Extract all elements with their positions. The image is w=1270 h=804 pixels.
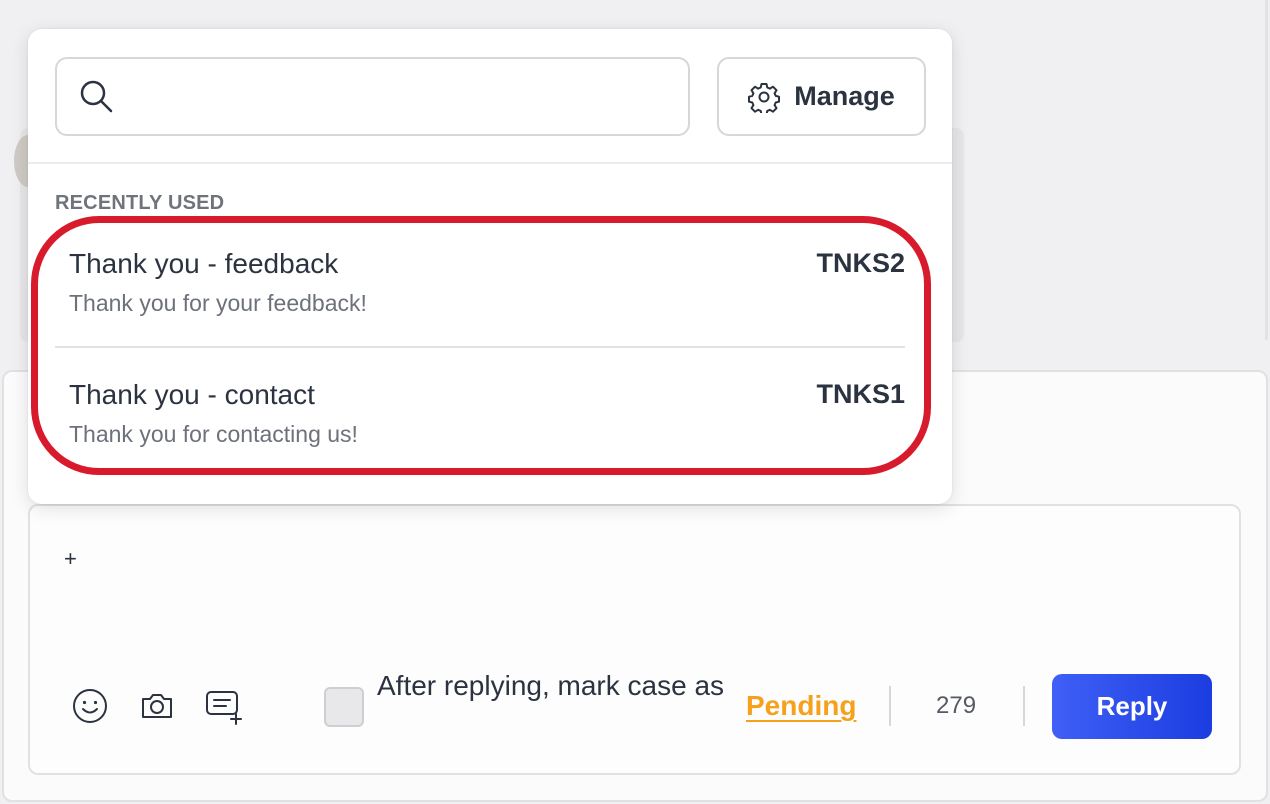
manage-label: Manage [794,81,895,111]
template-title: Thank you - contact [69,379,315,410]
template-title: Thank you - feedback [69,248,339,279]
template-picker-popover: Manage RECENTLY USED Thank you - feedbac… [28,29,952,504]
divider [55,346,905,348]
camera-icon[interactable] [137,686,177,726]
reply-button[interactable]: Reply [1052,674,1212,739]
emoji-icon[interactable] [70,686,110,726]
template-item[interactable]: Thank you - contact Thank you for contac… [55,361,905,479]
template-preview: Thank you for your feedback! [69,290,367,316]
character-count: 279 [936,692,977,719]
search-icon [80,80,113,113]
template-search-input[interactable] [127,73,672,121]
panel-divider [1265,0,1268,340]
section-title-recently-used: RECENTLY USED [55,192,225,214]
template-shortcut: TNKS2 [816,248,905,278]
divider [889,686,891,726]
editor-content: + [64,546,77,571]
template-preview: Thank you for contacting us! [69,421,358,447]
manage-templates-button[interactable]: Manage [717,57,926,136]
template-shortcut: TNKS1 [816,379,905,409]
template-icon[interactable] [204,686,244,726]
divider [28,162,952,164]
mark-case-checkbox[interactable] [324,687,364,727]
divider [1023,686,1025,726]
case-status-selector[interactable]: Pending [746,686,856,726]
template-item[interactable]: Thank you - feedback Thank you for your … [55,230,905,348]
template-search-box[interactable] [55,57,690,136]
gear-icon [748,82,781,113]
mark-case-label: After replying, mark case as [377,670,725,701]
